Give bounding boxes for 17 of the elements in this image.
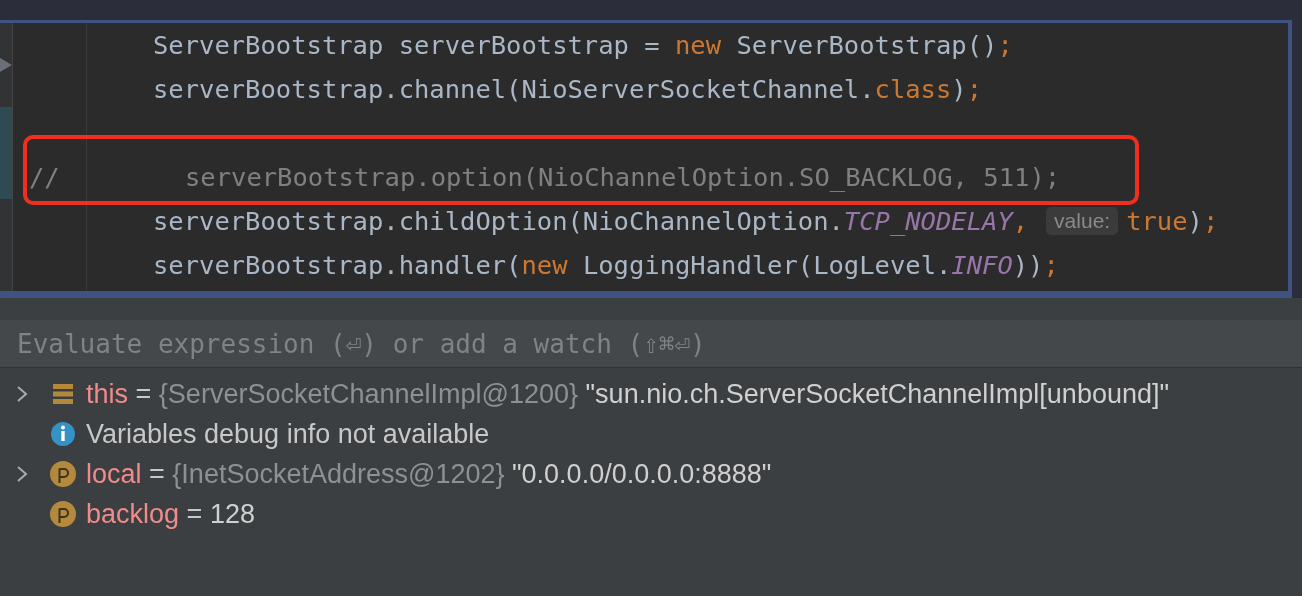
variable-entry[interactable]: this = {ServerSocketChannelImpl@1200} "sun.nio.ch.ServerSocketChannelImpl[unbound]"	[86, 378, 1170, 410]
info-message: Variables debug info not available	[86, 418, 490, 450]
inlay-hint: value:	[1046, 207, 1119, 235]
comment-marker: //	[29, 162, 60, 192]
variable-entry[interactable]: backlog = 128	[86, 498, 255, 530]
code-text: serverBootstrap.option(NioChannelOption.SO_BACKLOG, 511);	[185, 162, 1061, 192]
parameter-icon	[50, 500, 78, 528]
code-text: serverBootstrap.childOption(NioChannelOption.TCP_NODELAY,	[153, 206, 1029, 236]
code-text: ServerBootstrap serverBootstrap = new ServerBootstrap();	[153, 30, 1013, 60]
info-icon	[50, 420, 78, 448]
code-text: serverBootstrap.channel(NioServerSocketChannel.class);	[153, 74, 983, 104]
breakpoint-arrow-icon	[0, 57, 12, 73]
parameter-icon	[50, 460, 78, 488]
code-text: true);	[1126, 206, 1219, 236]
variable-entry[interactable]: local = {InetSocketAddress@1202} "0.0.0.0/0.0.0.0:8888"	[86, 458, 772, 490]
code-text: serverBootstrap.handler(new LoggingHandler(LogLevel.INFO));	[153, 250, 1059, 280]
evaluate-field[interactable]: Evaluate expression (⏎) or add a watch (⇧⌘⏎)	[0, 320, 1302, 367]
